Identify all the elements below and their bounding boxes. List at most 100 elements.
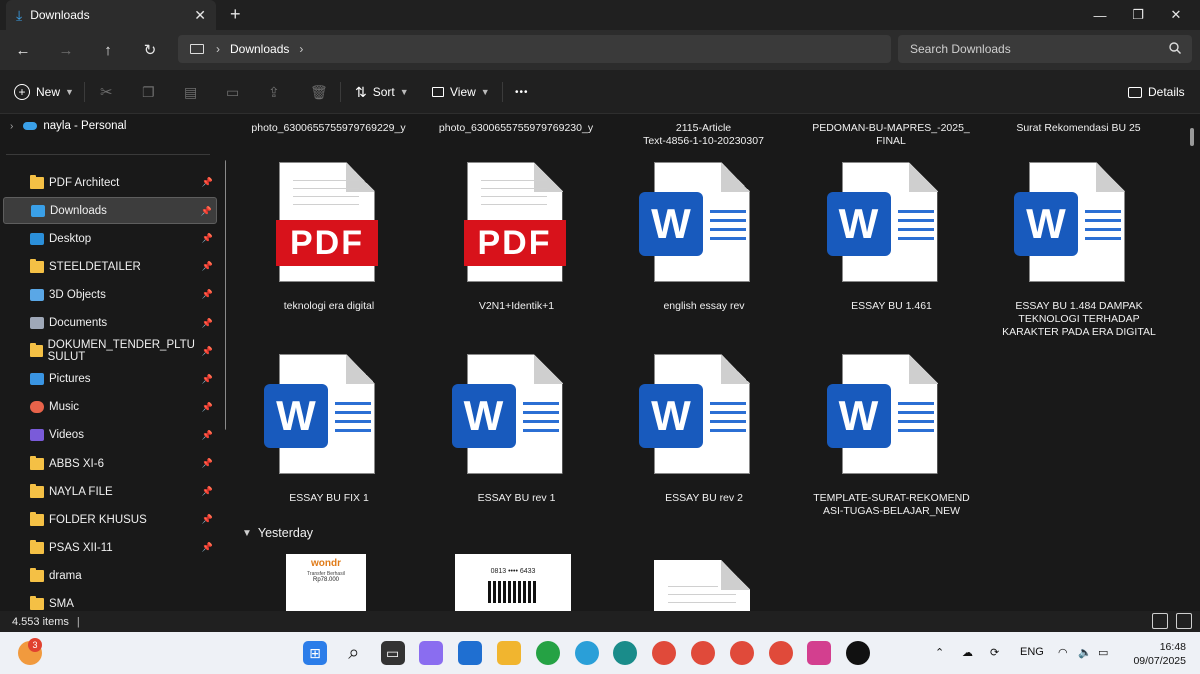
- start-icon[interactable]: ⊞: [303, 641, 327, 665]
- sidebar-scrollbar[interactable]: [225, 160, 226, 430]
- sidebar-item[interactable]: STEELDETAILER 📌: [3, 253, 217, 280]
- more-options-button[interactable]: •••: [515, 82, 529, 102]
- sidebar-item[interactable]: DOKUMEN_TENDER_PLTU SULUT 📌: [3, 338, 217, 365]
- chevron-up-icon[interactable]: ⌃: [935, 646, 944, 659]
- pin-icon: 📌: [201, 486, 213, 497]
- sidebar-item[interactable]: FOLDER KHUSUS 📌: [3, 506, 217, 533]
- onedrive-item[interactable]: › nayla - Personal: [10, 120, 126, 132]
- delete-icon[interactable]: 🗑: [310, 82, 328, 102]
- address-bar[interactable]: › Downloads ›: [178, 35, 891, 63]
- close-tab-button[interactable]: ✕: [194, 7, 206, 24]
- wifi-icon[interactable]: ◠: [1058, 646, 1068, 659]
- edge-icon[interactable]: [613, 641, 638, 665]
- breadcrumb-chevron-icon[interactable]: ›: [299, 42, 303, 56]
- whatsapp-icon[interactable]: [535, 641, 560, 665]
- new-tab-button[interactable]: +: [230, 4, 241, 25]
- sidebar-item-label: DOKUMEN_TENDER_PLTU SULUT: [47, 339, 195, 364]
- volume-icon[interactable]: 🔈: [1078, 646, 1092, 659]
- chrome-icon[interactable]: [729, 641, 754, 665]
- pin-icon: 📌: [201, 429, 213, 440]
- sidebar-item[interactable]: drama: [3, 562, 217, 589]
- close-window-button[interactable]: ✕: [1158, 0, 1194, 30]
- new-button[interactable]: + New ▼: [14, 82, 74, 102]
- paste-icon[interactable]: ▤: [184, 82, 197, 102]
- copy-icon[interactable]: ❐: [142, 82, 155, 102]
- up-button[interactable]: ↑: [97, 39, 119, 61]
- onedrive-tray-icon[interactable]: ☁: [962, 646, 973, 659]
- sidebar-item[interactable]: 3D Objects 📌: [3, 281, 217, 308]
- clock[interactable]: 16:48 09/07/2025: [1133, 640, 1186, 668]
- sidebar-item-label: Documents: [49, 317, 108, 329]
- sidebar-item[interactable]: PDF Architect 📌: [3, 169, 217, 196]
- word-icon: W: [639, 384, 703, 448]
- language-indicator[interactable]: ENG: [1020, 646, 1044, 658]
- sync-icon[interactable]: ⟳: [990, 646, 999, 659]
- details-view-icon[interactable]: [1152, 613, 1168, 629]
- store-icon[interactable]: [458, 641, 483, 665]
- file-name[interactable]: 2115-Article Text-4856-1-10-20230307: [611, 122, 796, 148]
- sidebar-item[interactable]: Downloads 📌: [3, 197, 217, 225]
- details-button[interactable]: Details: [1128, 82, 1185, 102]
- word-icon: W: [826, 384, 891, 448]
- refresh-button[interactable]: ↻: [139, 39, 161, 61]
- search-input[interactable]: Search Downloads: [898, 35, 1192, 63]
- task-view-icon[interactable]: ▭: [380, 641, 405, 665]
- word-file-tile[interactable]: W ESSAY BU 1.461: [799, 162, 985, 352]
- tiktok-icon[interactable]: [846, 641, 871, 665]
- sidebar-item[interactable]: Music 📌: [3, 394, 217, 421]
- battery-icon[interactable]: ▭: [1098, 646, 1108, 659]
- image-thumbnail[interactable]: wondr Transfer Berhasil Rp78.000: [286, 554, 366, 611]
- folder-icon: [30, 567, 44, 582]
- maximize-button[interactable]: ❐: [1120, 0, 1156, 30]
- sidebar-item[interactable]: Documents 📌: [3, 310, 217, 337]
- file-name[interactable]: photo_6300655755979769229_y: [236, 122, 421, 135]
- sidebar-item[interactable]: SMA: [3, 591, 217, 612]
- pdf-file-tile[interactable]: PDF teknologi era digital: [236, 162, 422, 352]
- instagram-icon[interactable]: [807, 641, 832, 665]
- word-file-tile[interactable]: W ESSAY BU 1.484 DAMPAK TEKNOLOGI TERHADA…: [986, 162, 1172, 352]
- chrome-icon[interactable]: [652, 641, 677, 665]
- share-icon[interactable]: ⇪: [268, 82, 280, 102]
- forward-button[interactable]: →: [55, 39, 77, 61]
- image-thumbnail[interactable]: 0813 •••• 6433: [455, 554, 571, 611]
- content-scrollbar[interactable]: [1190, 128, 1194, 146]
- word-icon: W: [639, 192, 703, 256]
- word-file-tile[interactable]: Wenglish essay rev: [611, 162, 797, 352]
- group-header-yesterday[interactable]: ▼ Yesterday: [242, 526, 313, 540]
- sidebar-item[interactable]: PSAS XII-11 📌: [3, 534, 217, 561]
- word-file-tile[interactable]: W ESSAY BU rev 1: [424, 354, 610, 544]
- search-icon[interactable]: ⌕: [341, 641, 366, 665]
- sidebar-item[interactable]: Videos 📌: [3, 422, 217, 449]
- view-icon: [432, 87, 444, 97]
- file-name[interactable]: photo_6300655755979769230_y: [424, 122, 609, 135]
- generic-document-icon[interactable]: [654, 560, 750, 611]
- sidebar-item[interactable]: Desktop 📌: [3, 225, 217, 252]
- tiles-view-icon[interactable]: [1176, 613, 1192, 629]
- telegram-icon[interactable]: [574, 641, 599, 665]
- chrome-icon[interactable]: [768, 641, 793, 665]
- copilot-icon[interactable]: [419, 641, 444, 665]
- sort-button[interactable]: ⇅ Sort ▼: [355, 82, 409, 102]
- view-button[interactable]: View ▼: [432, 82, 490, 102]
- minimize-button[interactable]: —: [1082, 0, 1118, 30]
- file-explorer-icon[interactable]: [497, 641, 521, 665]
- breadcrumb-downloads[interactable]: Downloads: [230, 42, 289, 56]
- sidebar-item[interactable]: Pictures 📌: [3, 366, 217, 393]
- pdf-file-tile[interactable]: PDF V2N1+Identik+1: [424, 162, 610, 352]
- date: 09/07/2025: [1133, 655, 1186, 667]
- chrome-icon[interactable]: [691, 641, 715, 665]
- sidebar-item[interactable]: ABBS XI-6 📌: [3, 450, 217, 477]
- tab-downloads[interactable]: ⤓ Downloads ✕: [6, 0, 216, 30]
- back-button[interactable]: ←: [12, 39, 34, 61]
- chevron-down-icon: ▼: [65, 87, 74, 97]
- word-file-tile[interactable]: W ESSAY BU FIX 1: [236, 354, 422, 544]
- chevron-right-icon[interactable]: ›: [10, 121, 13, 132]
- file-name[interactable]: PEDOMAN-BU-MAPRES_-2025_ FINAL: [799, 122, 984, 148]
- file-name[interactable]: Surat Rekomendasi BU 25: [986, 122, 1171, 135]
- file-name: ESSAY BU 1.484 DAMPAK TEKNOLOGI TERHADAP…: [1002, 300, 1156, 338]
- word-file-tile[interactable]: W TEMPLATE-SURAT-REKOMEND ASI-TUGAS-BELAJ…: [799, 354, 985, 544]
- sidebar-item[interactable]: NAYLA FILE 📌: [3, 478, 217, 505]
- cut-icon[interactable]: ✂: [100, 82, 113, 102]
- rename-icon[interactable]: ▭: [226, 82, 239, 102]
- word-file-tile[interactable]: W ESSAY BU rev 2: [611, 354, 797, 544]
